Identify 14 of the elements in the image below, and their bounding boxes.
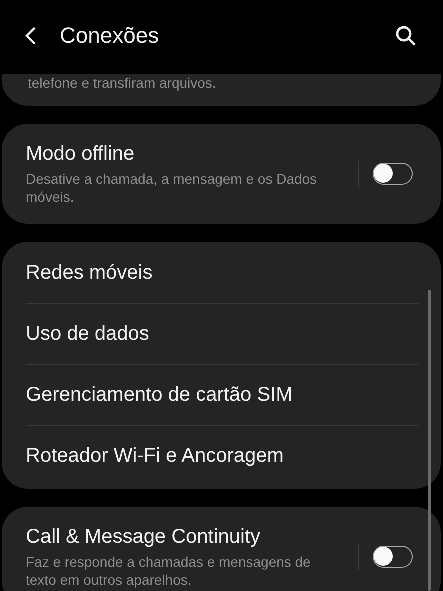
- toggle-switch[interactable]: [373, 163, 413, 185]
- setting-description: Faz e responde a chamadas e mensagens de texto em outros aparelhos.: [26, 553, 312, 589]
- menu-item[interactable]: Gerenciamento de cartão SIM: [26, 384, 293, 406]
- menu-item[interactable]: Uso de dados: [26, 322, 150, 346]
- setting-title[interactable]: Modo offline: [26, 142, 340, 166]
- search-icon[interactable]: [395, 25, 417, 47]
- setting-description: Desative a chamada, a mensagem e os Dados móveis.: [26, 170, 318, 206]
- menu-item[interactable]: Redes móveis: [26, 262, 153, 284]
- setting-title[interactable]: Call & Message Continuity: [26, 525, 340, 549]
- menu-item[interactable]: Roteador Wi-Fi e Ancoragem: [26, 444, 284, 468]
- scrollbar[interactable]: [428, 290, 431, 591]
- toggle-switch[interactable]: [373, 546, 413, 568]
- screen-title: Conexões: [60, 23, 160, 49]
- setting-description: telefone e transfiram arquivos.: [28, 74, 216, 92]
